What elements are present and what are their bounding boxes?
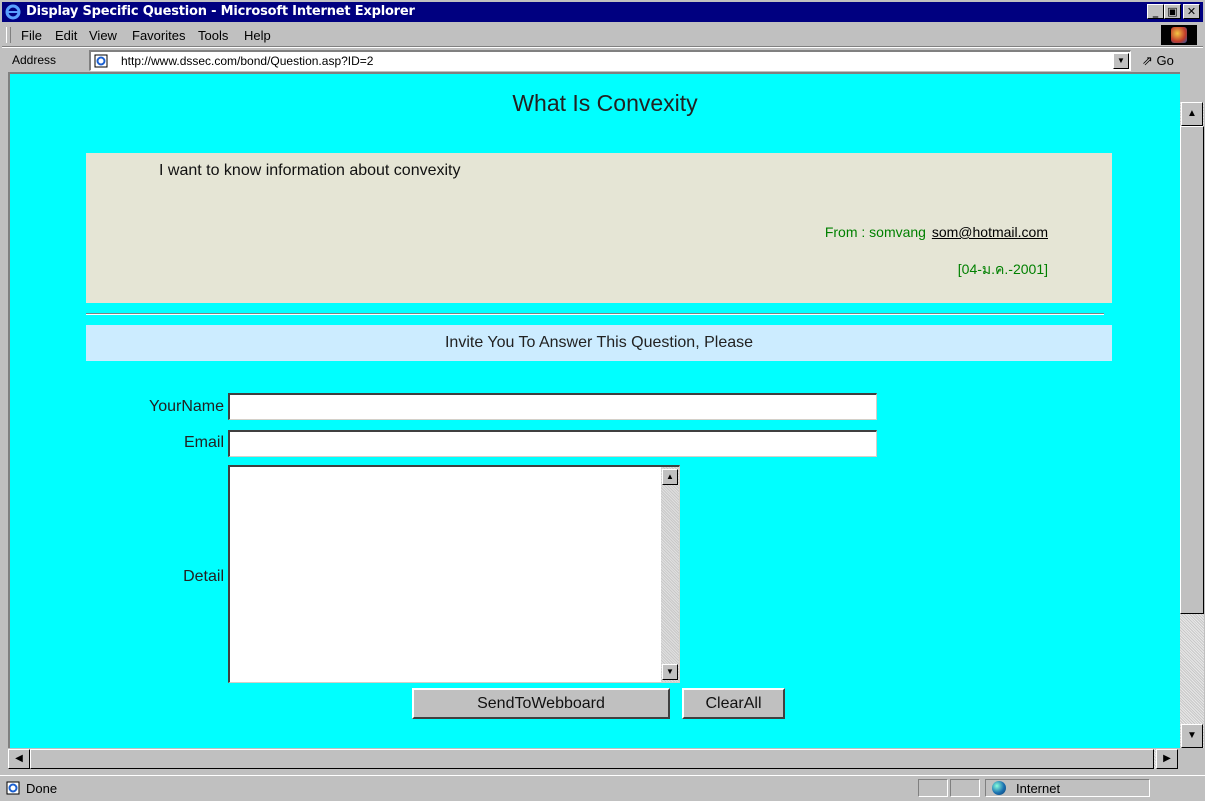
page-title: What Is Convexity	[512, 90, 698, 116]
scroll-left-button[interactable]: ◀	[8, 749, 30, 769]
status-text: Done	[26, 781, 58, 796]
security-zone: Internet	[985, 779, 1150, 797]
windows-logo-throbber-icon	[1161, 25, 1197, 45]
address-bar: Address http://www.dssec.com/bond/Questi…	[2, 47, 1203, 73]
author-email-link[interactable]: som@hotmail.com	[932, 224, 1048, 240]
detail-label: Detail	[183, 568, 224, 585]
menu-file[interactable]: File	[21, 28, 42, 43]
scroll-down-button[interactable]: ▼	[1181, 724, 1203, 748]
scroll-right-button[interactable]: ▶	[1156, 749, 1178, 769]
go-label: Go	[1156, 53, 1174, 68]
go-arrow-icon: ⇗	[1142, 53, 1153, 68]
zone-label: Internet	[1016, 781, 1061, 796]
address-input[interactable]: http://www.dssec.com/bond/Question.asp?I…	[89, 50, 1131, 71]
name-label: YourName	[148, 398, 224, 415]
email-input[interactable]	[228, 430, 877, 457]
question-author: From : somvang som@hotmail.com	[825, 224, 1048, 240]
invite-banner: Invite You To Answer This Question, Plea…	[86, 325, 1112, 361]
vertical-scrollbar[interactable]: ▲ ▼	[1180, 102, 1204, 748]
divider	[86, 313, 1104, 315]
menu-bar: File Edit View Favorites Tools Help	[2, 24, 1203, 47]
browser-window: Display Specific Question - Microsoft In…	[0, 0, 1205, 801]
email-label: Email	[183, 434, 224, 451]
question-box: I want to know information about convexi…	[86, 153, 1112, 303]
menu-favorites[interactable]: Favorites	[132, 28, 185, 43]
question-date: [04-ม.ค.-2001]	[957, 261, 1048, 277]
go-button[interactable]: ⇗ Go	[1142, 53, 1174, 69]
horizontal-scroll-thumb[interactable]	[30, 749, 1154, 769]
title-bar: Display Specific Question - Microsoft In…	[2, 2, 1203, 22]
address-url: http://www.dssec.com/bond/Question.asp?I…	[121, 54, 374, 68]
maximize-button[interactable]: ▣	[1164, 4, 1181, 19]
menu-tools[interactable]: Tools	[198, 28, 228, 43]
horizontal-scrollbar[interactable]: ◀ ▶	[8, 749, 1178, 769]
page-icon	[94, 54, 108, 68]
status-panel	[918, 779, 948, 797]
send-to-webboard-button[interactable]: SendToWebboard	[412, 688, 670, 719]
close-button[interactable]: ✕	[1183, 4, 1200, 19]
vertical-scroll-thumb[interactable]	[1180, 126, 1204, 614]
from-label: From : somvang	[824, 224, 926, 240]
address-label: Address	[12, 53, 57, 67]
name-input[interactable]	[228, 393, 877, 420]
detail-textarea[interactable]: ▲ ▼	[228, 465, 680, 683]
minimize-button[interactable]: _	[1147, 4, 1164, 19]
question-text: I want to know information about convexi…	[159, 162, 461, 179]
menu-edit[interactable]: Edit	[55, 28, 77, 43]
status-bar: Done Internet	[0, 775, 1205, 801]
detail-scrollbar[interactable]: ▲ ▼	[661, 467, 679, 682]
detail-scroll-down-button[interactable]: ▼	[662, 664, 678, 680]
page-content: What Is Convexity I want to know informa…	[8, 72, 1180, 748]
address-dropdown-button[interactable]: ▼	[1113, 53, 1129, 69]
menu-view[interactable]: View	[89, 28, 117, 43]
menu-help[interactable]: Help	[244, 28, 271, 43]
scroll-up-button[interactable]: ▲	[1181, 102, 1203, 126]
window-title: Display Specific Question - Microsoft In…	[26, 4, 415, 19]
ie-logo-icon	[5, 4, 21, 20]
clear-all-button[interactable]: ClearAll	[682, 688, 785, 719]
status-panel	[950, 779, 980, 797]
page-done-icon	[6, 781, 20, 795]
globe-icon	[992, 781, 1006, 795]
menu-grip	[6, 27, 11, 43]
detail-scroll-up-button[interactable]: ▲	[662, 469, 678, 485]
